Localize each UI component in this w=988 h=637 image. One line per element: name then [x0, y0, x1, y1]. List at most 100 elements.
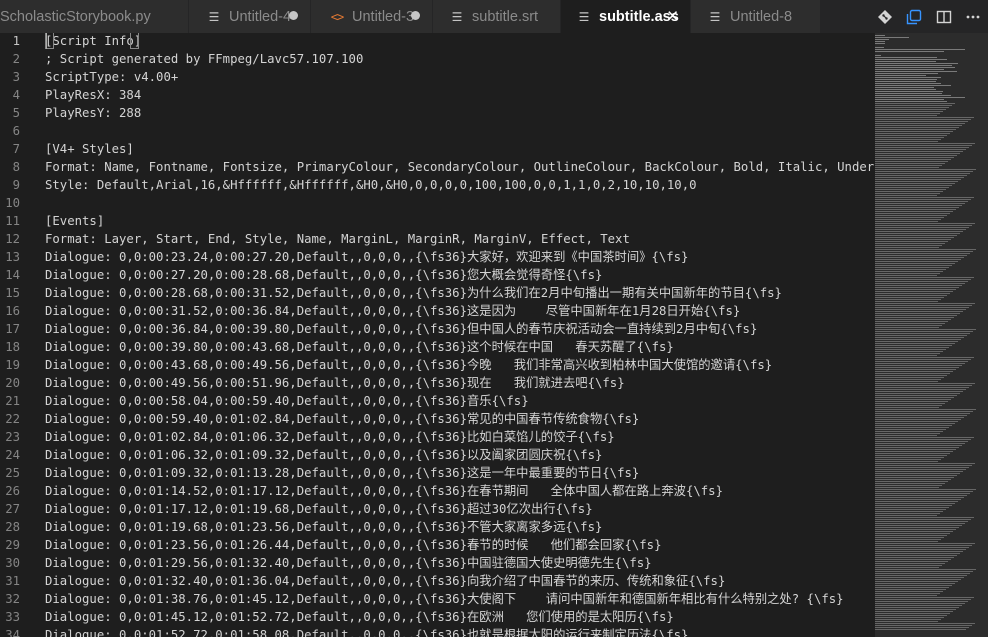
minimap-line — [875, 395, 957, 396]
code-line[interactable]: 7 [V4+ Styles] — [0, 140, 875, 158]
minimap-line — [875, 421, 958, 422]
line-number: 30 — [5, 556, 20, 570]
minimap-line — [875, 477, 954, 478]
code-line[interactable]: 2 ; Script generated by FFmpeg/Lavc57.107… — [0, 50, 875, 68]
tab-untitled-4[interactable]: ☰ Untitled-4 — [189, 0, 311, 33]
code-line[interactable]: 8 Format: Name, Fontname, Fontsize, Prima… — [0, 158, 875, 176]
minimap-line — [875, 611, 953, 612]
minimap-line — [875, 39, 889, 40]
code-line[interactable]: 13 Dialogue: 0,0:00:23.24,0:00:27.20,Defa… — [0, 248, 875, 266]
minimap-line — [875, 427, 949, 428]
code-line[interactable]: 14 Dialogue: 0,0:00:27.20,0:00:28.68,Defa… — [0, 266, 875, 284]
minimap-line — [875, 203, 965, 204]
minimap-line — [875, 601, 968, 602]
minimap-line — [875, 575, 967, 576]
minimap-line — [875, 353, 940, 354]
minimap-line — [875, 109, 946, 110]
close-tab-icon[interactable]: ✕ — [666, 7, 679, 25]
minimap-line — [875, 247, 939, 248]
tab-subtitle-ass[interactable]: ☰ subtitle.ass ✕ — [561, 0, 691, 33]
code-line[interactable]: 29 Dialogue: 0,0:01:23.56,0:01:26.44,Defa… — [0, 536, 875, 554]
line-number: 2 — [12, 52, 20, 66]
minimap-line — [875, 241, 948, 242]
minimap-line — [875, 305, 972, 306]
code-line[interactable]: 25 Dialogue: 0,0:01:09.32,0:01:13.28,Defa… — [0, 464, 875, 482]
code-line[interactable]: 30 Dialogue: 0,0:01:29.56,0:01:32.40,Defa… — [0, 554, 875, 572]
code-line[interactable]: 33 Dialogue: 0,0:01:45.12,0:01:52.72,Defa… — [0, 608, 875, 626]
minimap-line — [875, 227, 969, 228]
line-number: 18 — [5, 340, 20, 354]
minimap-line — [875, 533, 950, 534]
minimap-line — [875, 43, 885, 44]
line-text: Dialogue: 0,0:00:23.24,0:00:27.20,Defaul… — [45, 250, 689, 264]
minimap-line — [875, 429, 946, 430]
code-line[interactable]: 26 Dialogue: 0,0:01:14.52,0:01:17.12,Defa… — [0, 482, 875, 500]
code-editor[interactable]: 1 [Script Info] 2 ; Script generated by FFm… — [0, 33, 875, 637]
minimap-line — [875, 571, 973, 572]
code-line[interactable]: 16 Dialogue: 0,0:00:31.52,0:00:36.84,Defa… — [0, 302, 875, 320]
code-line[interactable]: 4 PlayResX: 384 — [0, 86, 875, 104]
split-diff-icon[interactable] — [900, 0, 930, 33]
minimap-line — [875, 555, 957, 556]
code-line[interactable]: 27 Dialogue: 0,0:01:17.12,0:01:19.68,Defa… — [0, 500, 875, 518]
split-editor-icon[interactable] — [929, 0, 959, 33]
code-line[interactable]: 17 Dialogue: 0,0:00:36.84,0:00:39.80,Defa… — [0, 320, 875, 338]
tab-scholasticstorybook-py[interactable]: ScholasticStorybook.py — [0, 0, 189, 33]
code-line[interactable]: 28 Dialogue: 0,0:01:19.68,0:01:23.56,Defa… — [0, 518, 875, 536]
minimap-line — [875, 403, 945, 404]
code-line[interactable]: 9 Style: Default,Arial,16,&Hffffff,&Hffff… — [0, 176, 875, 194]
code-line[interactable]: 34 Dialogue: 0,0:01:52.72,0:01:58.08,Defa… — [0, 626, 875, 637]
minimap[interactable] — [875, 33, 988, 637]
code-line[interactable]: 20 Dialogue: 0,0:00:49.56,0:00:51.96,Defa… — [0, 374, 875, 392]
source-control-icon[interactable] — [870, 0, 900, 33]
minimap-line — [875, 317, 954, 318]
minimap-line — [875, 443, 965, 444]
minimap-line — [875, 583, 955, 584]
code-line[interactable]: 1 [Script Info] — [0, 33, 875, 50]
tab-label: subtitle.srt — [472, 8, 539, 25]
code-line[interactable]: 19 Dialogue: 0,0:00:43.68,0:00:49.56,Defa… — [0, 356, 875, 374]
code-line[interactable]: 15 Dialogue: 0,0:00:28.68,0:00:31.52,Defa… — [0, 284, 875, 302]
line-text: PlayResY: 288 — [45, 106, 142, 120]
minimap-line — [875, 235, 957, 236]
minimap-line — [875, 561, 948, 562]
minimap-line — [875, 447, 959, 448]
line-number: 11 — [5, 214, 20, 228]
code-line[interactable]: 23 Dialogue: 0,0:01:02.84,0:01:06.32,Defa… — [0, 428, 875, 446]
tab-untitled-3[interactable]: <> Untitled-3 — [311, 0, 433, 33]
minimap-line — [875, 445, 962, 446]
code-line[interactable]: 24 Dialogue: 0,0:01:06.32,0:01:09.32,Defa… — [0, 446, 875, 464]
code-line[interactable]: 18 Dialogue: 0,0:00:39.80,0:00:43.68,Defa… — [0, 338, 875, 356]
minimap-line — [875, 139, 941, 140]
minimap-line — [875, 497, 964, 498]
code-line[interactable]: 11 [Events] — [0, 212, 875, 230]
line-number: 20 — [5, 376, 20, 390]
minimap-line — [875, 567, 939, 568]
minimap-line — [875, 333, 970, 334]
line-text: [Events] — [45, 214, 105, 228]
minimap-line — [875, 205, 962, 206]
text-file-icon: ☰ — [709, 9, 721, 24]
code-line[interactable]: 3 ScriptType: v4.00+ — [0, 68, 875, 86]
code-line[interactable]: 6 — [0, 122, 875, 140]
minimap-line — [875, 157, 954, 158]
minimap-line — [875, 191, 943, 192]
tab-subtitle-srt[interactable]: ☰ subtitle.srt — [433, 0, 561, 33]
tab-untitled-8[interactable]: ☰ Untitled-8 — [691, 0, 821, 33]
minimap-line — [875, 255, 967, 256]
line-number: 34 — [5, 628, 20, 637]
code-line[interactable]: 21 Dialogue: 0,0:00:58.04,0:00:59.40,Defa… — [0, 392, 875, 410]
code-line[interactable]: 12 Format: Layer, Start, End, Style, Name… — [0, 230, 875, 248]
editor-actions — [870, 0, 988, 33]
minimap-line — [875, 493, 970, 494]
line-number: 32 — [5, 592, 20, 606]
more-actions-icon[interactable] — [959, 0, 988, 33]
minimap-line — [875, 499, 961, 500]
code-line[interactable]: 31 Dialogue: 0,0:01:32.40,0:01:36.04,Defa… — [0, 572, 875, 590]
code-line[interactable]: 5 PlayResY: 288 — [0, 104, 875, 122]
minimap-line — [875, 585, 952, 586]
code-line[interactable]: 10 — [0, 194, 875, 212]
code-line[interactable]: 32 Dialogue: 0,0:01:38.76,0:01:45.12,Defa… — [0, 590, 875, 608]
code-line[interactable]: 22 Dialogue: 0,0:00:59.40,0:01:02.84,Defa… — [0, 410, 875, 428]
minimap-line — [875, 375, 947, 376]
